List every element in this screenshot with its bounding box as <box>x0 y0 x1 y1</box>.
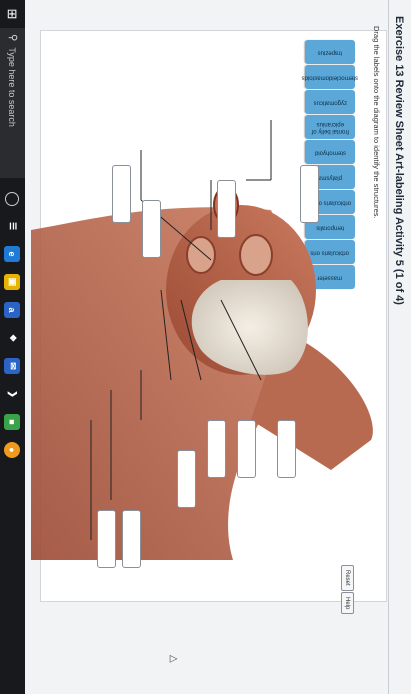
drop-target[interactable] <box>177 450 196 508</box>
app-icon[interactable]: ■ <box>4 414 21 430</box>
help-button[interactable]: Help <box>341 592 354 615</box>
drop-target[interactable] <box>207 420 226 478</box>
drop-target[interactable] <box>97 510 116 568</box>
reset-button[interactable]: Reset <box>341 565 354 591</box>
drop-target[interactable] <box>277 420 296 478</box>
drop-target[interactable] <box>112 165 131 223</box>
file-explorer-icon[interactable]: ▣ <box>4 274 21 290</box>
task-view-icon[interactable]: ☰ <box>5 218 21 234</box>
cortana-icon[interactable] <box>5 192 20 206</box>
drop-target[interactable] <box>142 200 161 258</box>
rotated-screen: Exercise 13 Review Sheet Art-labeling Ac… <box>0 0 411 694</box>
drop-target[interactable] <box>122 510 141 568</box>
mouse-cursor-icon: △ <box>168 655 179 663</box>
windows-start-icon[interactable]: ⊞ <box>0 0 25 28</box>
taskbar-search[interactable]: ⚲ Type here to search <box>0 28 25 178</box>
chrome-icon[interactable]: ● <box>4 442 21 458</box>
eye-region <box>239 234 273 276</box>
store-icon[interactable]: a <box>4 302 21 318</box>
windows-taskbar: ⊞ ⚲ Type here to search ☰ e ▣ a ❖ ✉ ❯ ■ … <box>0 0 25 694</box>
vscode-icon[interactable]: ❯ <box>5 386 21 402</box>
mail-icon[interactable]: ✉ <box>4 358 21 374</box>
drop-target[interactable] <box>237 420 256 478</box>
drop-target[interactable] <box>217 180 236 238</box>
dropbox-icon[interactable]: ❖ <box>5 330 21 346</box>
drop-target[interactable] <box>300 165 319 223</box>
taskbar-search-placeholder: Type here to search <box>7 47 18 127</box>
taskbar-icons: ☰ e ▣ a ❖ ✉ ❯ ■ ● <box>4 192 21 458</box>
edge-icon[interactable]: e <box>4 246 21 262</box>
search-icon: ⚲ <box>7 34 18 42</box>
